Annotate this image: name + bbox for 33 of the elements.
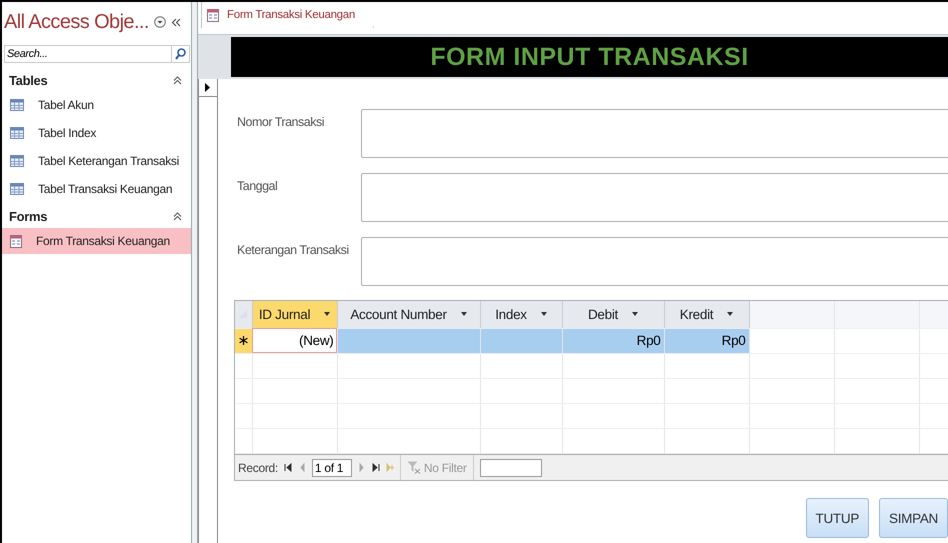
field-label: Keterangan Transaksi <box>236 242 350 259</box>
action-button[interactable]: SIMPAN <box>879 498 948 538</box>
table-cell[interactable]: Rp0 <box>562 328 664 353</box>
group-label: Forms <box>9 208 48 224</box>
table-cell[interactable]: (New) <box>252 328 337 353</box>
header-title: FORM INPUT TRANSAKSI <box>430 42 749 72</box>
action-button[interactable]: TUTUP <box>806 498 870 538</box>
group-header[interactable]: Forms <box>2 206 191 226</box>
pane-title: All Access Obje... <box>4 10 149 34</box>
record-label: Record: <box>238 460 278 474</box>
column-header[interactable]: ID Jurnal <box>252 301 337 328</box>
item-label: Tabel Index <box>38 126 96 140</box>
item-label: Tabel Akun <box>38 98 94 112</box>
search-field[interactable]: Search... <box>4 45 171 63</box>
field-label: Tanggal <box>236 178 278 195</box>
group-label: Tables <box>9 72 48 88</box>
column-header[interactable]: Debit <box>562 301 664 328</box>
nav-item[interactable]: Tabel Akun <box>2 92 191 118</box>
column-header[interactable]: Index <box>480 301 562 328</box>
record-position-field[interactable]: 1 of 1 <box>312 458 352 476</box>
column-header[interactable]: Kredit <box>664 301 749 328</box>
document-tab[interactable]: Form Transaksi Keuangan <box>201 2 374 28</box>
nav-item[interactable]: Tabel Keterangan Transaksi <box>2 148 191 174</box>
column-header[interactable]: Account Number <box>337 301 480 328</box>
nav-item[interactable]: Tabel Index <box>2 120 191 146</box>
table-cell[interactable]: Rp0 <box>664 328 749 353</box>
field-label: Nomor Transaksi <box>236 114 325 131</box>
nav-item[interactable]: Tabel Transaksi Keuangan <box>2 176 191 202</box>
group-header[interactable]: Tables <box>2 70 191 90</box>
item-label: Tabel Keterangan Transaksi <box>38 154 179 168</box>
item-label: Tabel Transaksi Keuangan <box>38 182 172 196</box>
nav-item[interactable]: Form Transaksi Keuangan <box>2 228 191 254</box>
item-label: Form Transaksi Keuangan <box>36 234 170 248</box>
